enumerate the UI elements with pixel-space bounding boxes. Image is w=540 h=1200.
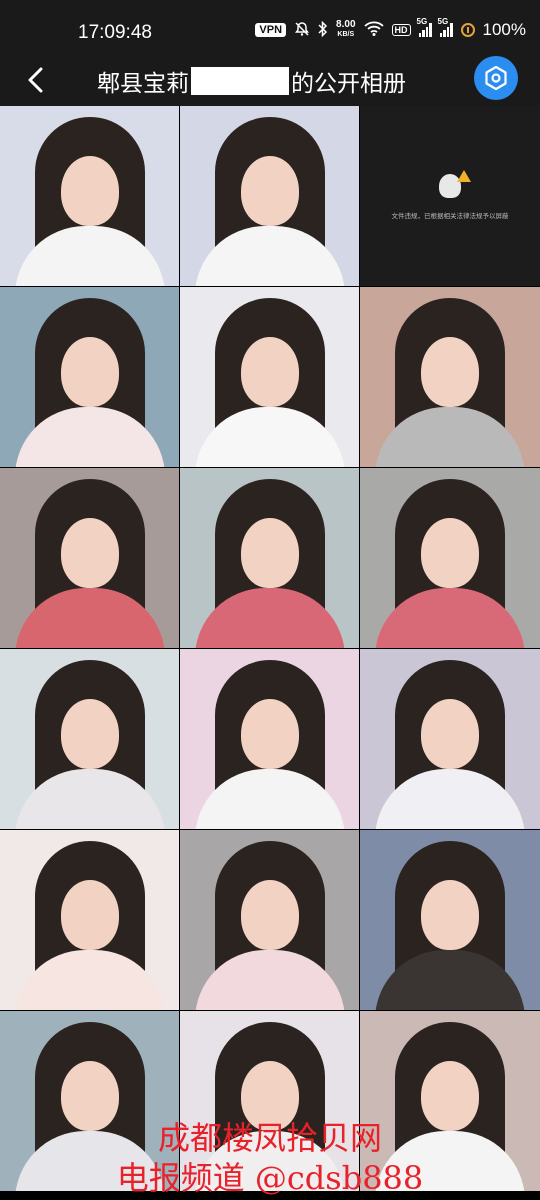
photo-face-shape <box>240 518 299 589</box>
photo-face-shape <box>60 156 119 227</box>
back-button[interactable] <box>16 60 56 100</box>
photo-face-shape <box>240 699 299 770</box>
mute-bell-icon <box>294 21 310 40</box>
photo-face-shape <box>60 880 119 951</box>
app-header: 郫县宝莉 的公开相册 <box>0 56 540 106</box>
status-icons: VPN 8.00 KB/S HD 5G 5G 100% <box>255 17 526 40</box>
battery-percent: 100% <box>482 20 526 39</box>
bluetooth-icon <box>318 20 328 40</box>
signal-sim1-icon: 5G <box>417 17 432 37</box>
photo-thumbnail[interactable] <box>360 830 540 1010</box>
photo-face-shape <box>240 156 299 227</box>
photo-thumbnail[interactable] <box>0 106 179 286</box>
photo-thumbnail[interactable] <box>180 287 359 467</box>
hd-badge: HD <box>391 24 411 36</box>
title-prefix: 郫县宝莉 <box>97 71 189 97</box>
photo-thumbnail[interactable] <box>360 649 540 829</box>
photo-thumbnail[interactable] <box>180 468 359 648</box>
wifi-icon <box>363 21 384 39</box>
photo-thumbnail[interactable] <box>360 287 540 467</box>
watermark-line-1: 成都楼凤拾贝网 <box>157 1119 382 1157</box>
photo-grid: 文件违规，已根据相关法律法规予以屏蔽 <box>0 106 540 1191</box>
photo-thumbnail[interactable] <box>0 287 179 467</box>
photo-face-shape <box>60 337 119 408</box>
title-suffix: 的公开相册 <box>291 71 406 97</box>
redaction-box <box>191 67 289 95</box>
photo-face-shape <box>240 880 299 951</box>
blocked-ghost-icon <box>439 170 471 198</box>
photo-face-shape <box>240 337 299 408</box>
photo-face-shape <box>421 337 479 408</box>
photo-face-shape <box>421 880 479 951</box>
photo-thumbnail[interactable] <box>360 468 540 648</box>
photo-face-shape <box>421 699 479 770</box>
photo-face-shape <box>60 699 119 770</box>
signal-sim2-icon: 5G <box>438 17 453 37</box>
vpn-badge: VPN <box>255 23 287 37</box>
photo-thumbnail[interactable] <box>180 649 359 829</box>
warning-icon <box>457 170 471 182</box>
watermark: 成都楼凤拾贝网 电报频道 @cdsb888 <box>0 1118 540 1198</box>
photo-thumbnail[interactable] <box>0 830 179 1010</box>
settings-icon <box>485 65 507 91</box>
photo-thumbnail[interactable] <box>0 649 179 829</box>
status-bar: 17:09:48 VPN 8.00 KB/S HD 5G 5G 100% <box>0 0 540 56</box>
photo-thumbnail[interactable] <box>0 468 179 648</box>
blocked-photo-tile[interactable]: 文件违规，已根据相关法律法规予以屏蔽 <box>360 106 540 286</box>
blocked-message: 文件违规，已根据相关法律法规予以屏蔽 <box>391 212 509 220</box>
photo-face-shape <box>421 518 479 589</box>
photo-thumbnail[interactable] <box>180 106 359 286</box>
battery-icon <box>460 23 475 37</box>
settings-button[interactable] <box>474 56 518 100</box>
status-time: 17:09:48 <box>78 22 152 43</box>
photo-thumbnail[interactable] <box>180 830 359 1010</box>
back-arrow-icon <box>28 67 43 93</box>
watermark-line-2: 电报频道 @cdsb888 <box>116 1159 424 1197</box>
page-title: 郫县宝莉 的公开相册 <box>97 64 406 98</box>
net-speed: 8.00 KB/S <box>336 19 356 39</box>
blocked-notice: 文件违规，已根据相关法律法规予以屏蔽 <box>360 170 540 220</box>
photo-face-shape <box>60 518 119 589</box>
